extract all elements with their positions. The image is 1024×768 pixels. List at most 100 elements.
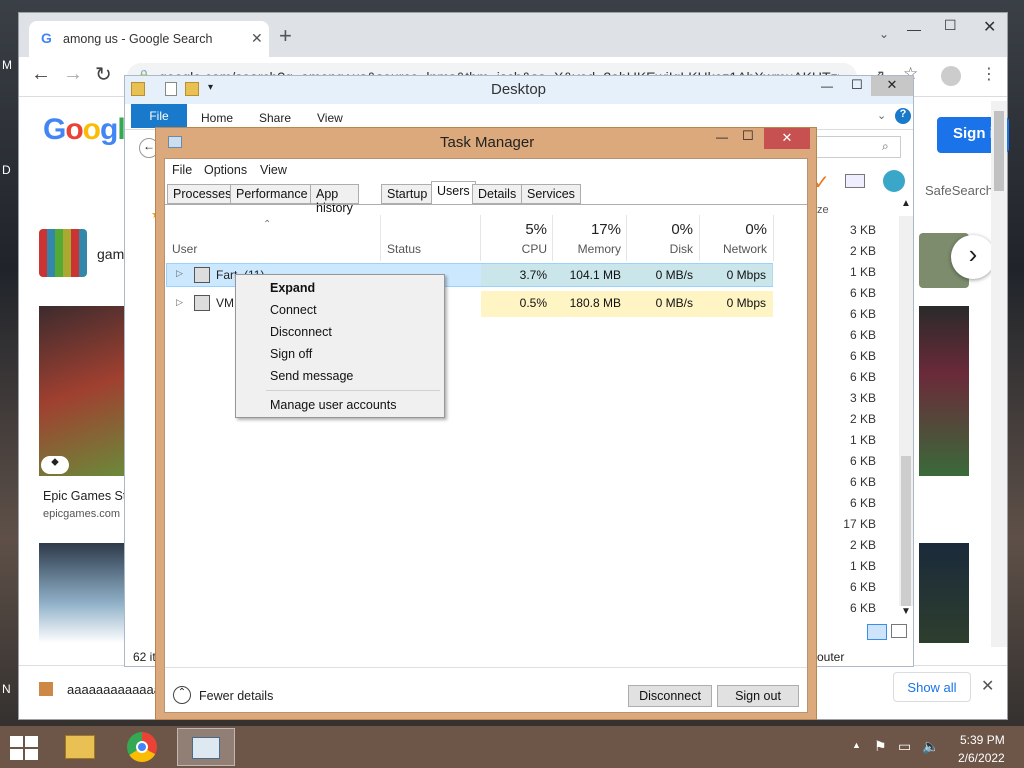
search-chip-label[interactable]: gam bbox=[97, 246, 124, 262]
ribbon-tab-share[interactable]: Share bbox=[259, 111, 291, 125]
tab-services[interactable]: Services bbox=[521, 184, 581, 204]
ribbon-tab-home[interactable]: Home bbox=[201, 111, 233, 125]
menu-item-disconnect[interactable]: Disconnect bbox=[270, 325, 332, 339]
properties-icon[interactable] bbox=[165, 82, 177, 96]
explorer-close-icon[interactable]: ✕ bbox=[871, 76, 913, 96]
row-expand-icon[interactable]: ▷ bbox=[176, 297, 183, 308]
tray-volume-icon[interactable]: 🔈 bbox=[922, 738, 939, 755]
back-icon[interactable]: ← bbox=[31, 63, 51, 86]
image-result-2[interactable] bbox=[39, 543, 124, 643]
image-result-1[interactable] bbox=[39, 306, 124, 476]
help-icon[interactable]: ? bbox=[895, 108, 911, 124]
col-status[interactable]: Status bbox=[387, 242, 421, 256]
explorer-minimize-icon[interactable]: — bbox=[821, 79, 833, 93]
tab-startup[interactable]: Startup bbox=[381, 184, 434, 204]
fewer-details-link[interactable]: Fewer details bbox=[199, 689, 273, 703]
tm-menu-view[interactable]: View bbox=[260, 163, 287, 177]
image-result-right-3[interactable] bbox=[919, 543, 969, 643]
explorer-scroll-thumb[interactable] bbox=[901, 456, 911, 606]
menu-item-sign-off[interactable]: Sign off bbox=[270, 347, 312, 361]
tray-network-icon[interactable]: ▭ bbox=[898, 738, 911, 755]
file-size-value: 3 KB bbox=[849, 391, 876, 405]
col-user[interactable]: User bbox=[172, 242, 197, 256]
safesearch-label[interactable]: SafeSearch bbox=[925, 183, 993, 198]
disk-total[interactable]: 0% bbox=[629, 221, 693, 238]
tray-flag-icon[interactable]: ⚑ bbox=[874, 738, 887, 755]
sign-out-button[interactable]: Sign out bbox=[717, 685, 799, 707]
size-column-header[interactable]: ze bbox=[817, 204, 829, 216]
taskbar-chrome[interactable] bbox=[117, 728, 167, 766]
download-file-name[interactable]: aaaaaaaaaaaaa bbox=[67, 682, 161, 697]
clock-date[interactable]: 2/6/2022 bbox=[958, 751, 1005, 765]
ribbon-tab-file[interactable]: File bbox=[131, 104, 187, 128]
col-cpu[interactable]: CPU bbox=[483, 242, 547, 256]
search-suggestion-thumb[interactable] bbox=[39, 229, 87, 277]
menu-item-manage-user-accounts[interactable]: Manage user accounts bbox=[270, 398, 396, 412]
chrome-menu-icon[interactable]: ⋮ bbox=[981, 64, 997, 84]
google-logo[interactable]: Googl bbox=[43, 113, 126, 147]
header-divider-4 bbox=[626, 215, 627, 261]
explorer-scrollbar[interactable] bbox=[899, 216, 913, 606]
scroll-up-icon[interactable]: ▲ bbox=[901, 198, 911, 209]
scrollbar-thumb[interactable] bbox=[994, 111, 1004, 191]
profile-avatar[interactable] bbox=[941, 66, 961, 86]
maximize-icon[interactable]: ☐ bbox=[944, 17, 957, 34]
show-all-button[interactable]: Show all bbox=[893, 672, 971, 702]
tab-search-icon[interactable]: ⌄ bbox=[879, 27, 889, 41]
tm-menu-file[interactable]: File bbox=[172, 163, 192, 177]
tm-close-button[interactable]: ✕ bbox=[764, 128, 810, 149]
ribbon-tab-view[interactable]: View bbox=[317, 111, 343, 125]
forward-icon[interactable]: → bbox=[63, 63, 83, 86]
memory-total[interactable]: 17% bbox=[555, 221, 621, 238]
details-view-icon[interactable] bbox=[867, 624, 887, 640]
tab-processes[interactable]: Processes bbox=[167, 184, 238, 204]
collapse-details-icon[interactable]: ⌃ bbox=[173, 686, 191, 704]
file-size-value: 2 KB bbox=[849, 412, 876, 426]
tag-icon: ⬥ bbox=[41, 456, 69, 474]
file-size-value: 1 KB bbox=[849, 559, 876, 573]
display-icon[interactable] bbox=[845, 174, 865, 188]
taskbar-file-explorer[interactable] bbox=[57, 728, 105, 766]
tray-overflow-icon[interactable]: ▲ bbox=[852, 740, 861, 750]
globe-icon[interactable] bbox=[883, 170, 905, 192]
tab-performance[interactable]: Performance bbox=[230, 184, 314, 204]
start-button[interactable] bbox=[10, 736, 38, 760]
tm-minimize-icon[interactable]: — bbox=[716, 130, 728, 144]
tab-users[interactable]: Users bbox=[431, 181, 476, 205]
explorer-search-box[interactable]: ⌕ bbox=[815, 136, 901, 158]
next-arrow-button[interactable]: › bbox=[951, 235, 995, 279]
close-window-icon[interactable]: ✕ bbox=[983, 17, 996, 37]
taskbar-task-manager[interactable] bbox=[177, 728, 235, 766]
col-memory[interactable]: Memory bbox=[555, 242, 621, 256]
ribbon-expand-icon[interactable]: ⌄ bbox=[877, 109, 886, 122]
row-expand-icon[interactable]: ▷ bbox=[176, 268, 183, 279]
tab-details[interactable]: Details bbox=[472, 184, 523, 204]
new-tab-button[interactable]: + bbox=[279, 23, 292, 49]
menu-item-expand[interactable]: Expand bbox=[270, 281, 315, 295]
large-icons-view-icon[interactable] bbox=[891, 624, 907, 638]
quick-access-dropdown-icon[interactable]: ▾ bbox=[208, 82, 213, 93]
scroll-down-icon[interactable]: ▼ bbox=[901, 606, 911, 617]
close-downloads-icon[interactable]: ✕ bbox=[981, 676, 994, 696]
browser-tab[interactable]: G among us - Google Search ✕ bbox=[29, 21, 269, 57]
minimize-icon[interactable]: — bbox=[907, 21, 921, 37]
network-total[interactable]: 0% bbox=[702, 221, 767, 238]
menu-item-connect[interactable]: Connect bbox=[270, 303, 317, 317]
tab-app-history[interactable]: App history bbox=[310, 184, 359, 215]
tm-maximize-icon[interactable]: ☐ bbox=[742, 128, 754, 144]
disconnect-button[interactable]: Disconnect bbox=[628, 685, 712, 707]
col-network[interactable]: Network bbox=[702, 242, 767, 256]
close-tab-icon[interactable]: ✕ bbox=[251, 30, 263, 47]
image-result-right-2[interactable] bbox=[919, 306, 969, 476]
clock-time[interactable]: 5:39 PM bbox=[960, 733, 1005, 747]
result-title[interactable]: Epic Games St bbox=[43, 489, 126, 503]
col-disk[interactable]: Disk bbox=[629, 242, 693, 256]
reload-icon[interactable]: ↻ bbox=[95, 62, 112, 87]
tm-menu-options[interactable]: Options bbox=[204, 163, 247, 177]
new-folder-icon[interactable] bbox=[185, 82, 199, 96]
explorer-maximize-icon[interactable]: ☐ bbox=[851, 77, 863, 93]
menu-item-send-message[interactable]: Send message bbox=[270, 369, 353, 383]
vertical-scrollbar[interactable] bbox=[991, 101, 1007, 647]
cpu-total[interactable]: 5% bbox=[483, 221, 547, 238]
header-divider-3 bbox=[552, 215, 553, 261]
